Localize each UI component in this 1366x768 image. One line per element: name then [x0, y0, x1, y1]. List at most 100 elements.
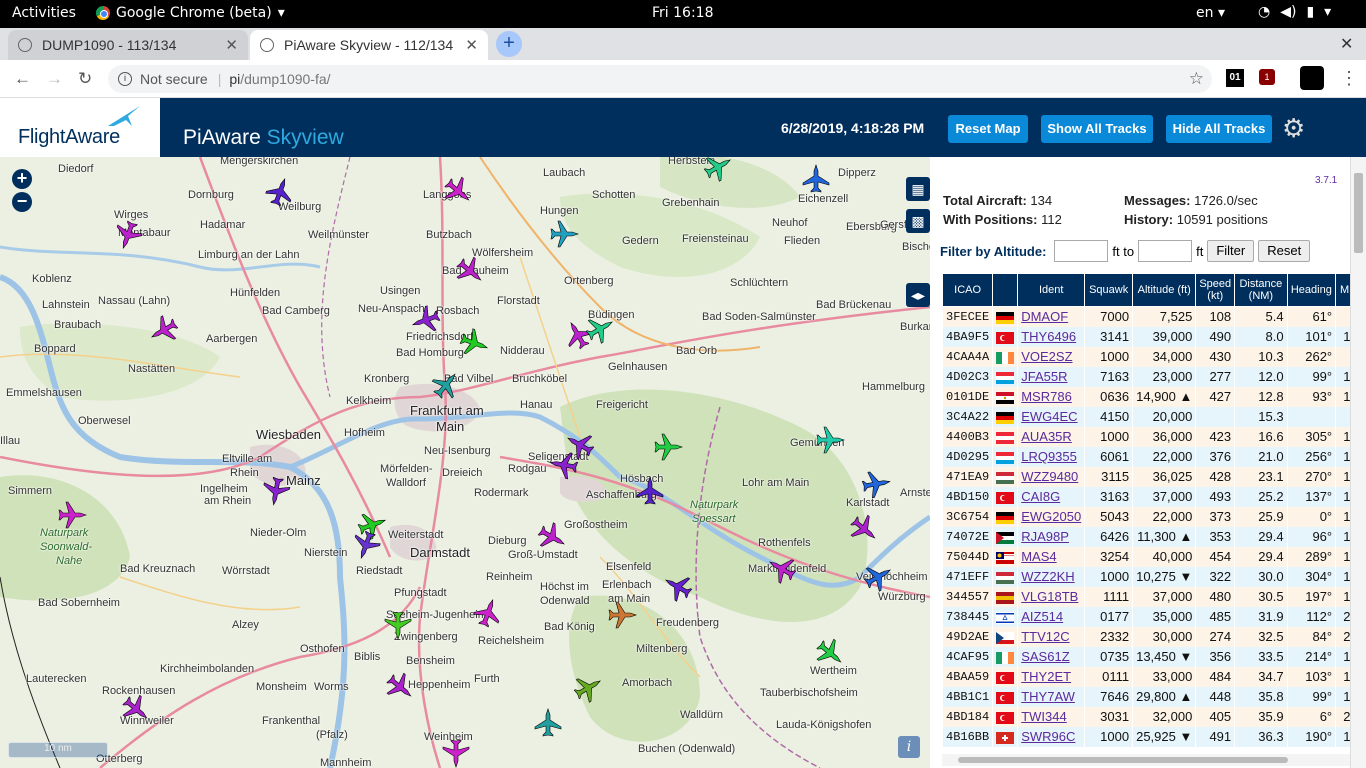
aircraft-marker-icon[interactable]	[582, 311, 618, 347]
aircraft-layer[interactable]	[0, 157, 930, 768]
ident-link[interactable]: WZZ2KH	[1021, 569, 1074, 584]
aircraft-marker-icon[interactable]	[548, 450, 579, 480]
column-header[interactable]: Distance (NM)	[1234, 273, 1288, 307]
ident-link[interactable]: MSR786	[1021, 389, 1072, 404]
ident-link[interactable]: VLG18TB	[1021, 589, 1078, 604]
aircraft-marker-icon[interactable]	[846, 511, 883, 548]
table-row[interactable]: 49D2AE TTV12C 2332 30,000 274 32.5 84° 2	[942, 626, 1354, 647]
ident-link[interactable]: SWR96C	[1021, 729, 1075, 744]
table-row[interactable]: 471EFF WZZ2KH 1000 10,275 ▼ 322 30.0 304° 1	[942, 566, 1354, 587]
table-row[interactable]: 4D02C3 JFA55R 7163 23,000 277 12.0 99° 1	[942, 366, 1354, 387]
aircraft-marker-icon[interactable]	[636, 476, 664, 505]
aircraft-marker-icon[interactable]	[58, 501, 87, 529]
aircraft-marker-icon[interactable]	[659, 569, 695, 605]
grid-toggle-icon[interactable]: ▩	[906, 209, 930, 233]
aircraft-marker-icon[interactable]	[471, 595, 505, 629]
aircraft-marker-icon[interactable]	[550, 220, 579, 248]
zoom-in-button[interactable]: +	[12, 169, 32, 189]
table-row[interactable]: 0101DE MSR786 0636 14,900 ▲ 427 12.8 93° 1	[942, 386, 1354, 407]
column-header[interactable]: Squawk	[1084, 273, 1134, 307]
aircraft-marker-icon[interactable]	[263, 174, 297, 208]
column-header[interactable]: Speed (kt)	[1195, 273, 1236, 307]
table-row[interactable]: 74072E RJA98P 6426 11,300 ▲ 353 29.4 96° 1	[942, 526, 1354, 547]
table-row[interactable]: 344557 VLG18TB 1111 37,000 480 30.5 197° 1	[942, 586, 1354, 607]
aircraft-marker-icon[interactable]	[408, 303, 442, 337]
ident-link[interactable]: AUA35R	[1021, 429, 1072, 444]
scroll-thumb[interactable]	[958, 757, 1288, 763]
extension-icon[interactable]: 01	[1226, 69, 1244, 87]
table-row[interactable]: 3FECEE DMAOF 7000 7,525 108 5.4 61°	[942, 306, 1354, 327]
zoom-out-button[interactable]: −	[12, 192, 32, 212]
ident-link[interactable]: EWG4EC	[1021, 409, 1077, 424]
column-header[interactable]	[992, 273, 1019, 307]
table-row[interactable]: 3C4A22 EWG4EC 4150 20,000 15.3	[942, 406, 1354, 427]
aircraft-marker-icon[interactable]	[261, 476, 291, 507]
app-menu[interactable]: Google Chrome (beta) ▾	[96, 5, 285, 21]
table-row[interactable]: 4B16BB SWR96C 1000 25,925 ▼ 491 36.3 190° 1	[942, 726, 1354, 747]
table-row[interactable]: 4BAA59 THY2ET 0111 33,000 484 34.7 103° 1	[942, 666, 1354, 687]
table-row[interactable]: 4CAF95 SAS61Z 0735 13,450 ▼ 356 33.5 214° 1	[942, 646, 1354, 667]
forward-icon[interactable]: →	[46, 69, 63, 89]
table-row[interactable]: 4BD150 CAI8G 3163 37,000 493 25.2 137° 1	[942, 486, 1354, 507]
show-all-tracks-button[interactable]: Show All Tracks	[1041, 115, 1153, 143]
close-icon[interactable]: ✕	[465, 36, 478, 54]
table-row[interactable]: 738445 AIZ514 0177 35,000 485 31.9 112° 2	[942, 606, 1354, 627]
settings-gear-icon[interactable]: ⚙	[1282, 115, 1305, 141]
vertical-scrollbar[interactable]	[1350, 157, 1366, 768]
ident-link[interactable]: CAI8G	[1021, 489, 1060, 504]
ublock-extension-icon[interactable]: 1	[1259, 69, 1275, 85]
clock[interactable]: Fri 16:18	[652, 5, 713, 21]
ident-link[interactable]: WZZ9480	[1021, 469, 1078, 484]
security-label[interactable]: Not secure	[140, 71, 208, 87]
aircraft-marker-icon[interactable]	[428, 366, 465, 403]
aircraft-marker-icon[interactable]	[812, 635, 849, 672]
tab-dump1090[interactable]: DUMP1090 - 113/134 ✕	[8, 30, 248, 60]
aircraft-marker-icon[interactable]	[534, 708, 562, 737]
ident-link[interactable]: THY6496	[1021, 329, 1076, 344]
column-header[interactable]: Ident	[1017, 273, 1086, 307]
reset-map-button[interactable]: Reset Map	[948, 115, 1028, 143]
ident-link[interactable]: TWI344	[1021, 709, 1067, 724]
table-row[interactable]: 4BB1C1 THY7AW 7646 29,800 ▲ 448 35.8 99° 1	[942, 686, 1354, 707]
new-tab-button[interactable]: +	[496, 31, 522, 57]
horizontal-scrollbar[interactable]	[942, 754, 1350, 766]
ident-link[interactable]: THY2ET	[1021, 669, 1071, 684]
bookmark-star-icon[interactable]: ☆	[1189, 69, 1204, 89]
aircraft-map[interactable]: Diedorf Mengerskirchen Laubach Herbstein Dip…	[0, 157, 930, 768]
aircraft-marker-icon[interactable]	[802, 164, 830, 193]
info-icon[interactable]: i	[118, 72, 132, 86]
table-row[interactable]: 471EA9 WZZ9480 3115 36,025 428 23.1 270° 1	[942, 466, 1354, 487]
activities-button[interactable]: Activities	[12, 5, 76, 21]
column-header[interactable]: Altitude (ft)	[1132, 273, 1197, 307]
map-layers-icon[interactable]: ▦	[906, 177, 930, 201]
chrome-menu-icon[interactable]: ⋮	[1340, 68, 1358, 89]
sidebar-toggle-icon[interactable]: ◂▸	[906, 283, 930, 307]
table-row[interactable]: 4400B3 AUA35R 1000 36,000 423 16.6 305° 1	[942, 426, 1354, 447]
reload-icon[interactable]: ↻	[78, 69, 92, 89]
aircraft-marker-icon[interactable]	[860, 559, 896, 595]
ident-link[interactable]: AIZ514	[1021, 609, 1063, 624]
aircraft-marker-icon[interactable]	[349, 528, 383, 562]
ident-link[interactable]: LRQ9355	[1021, 449, 1077, 464]
aircraft-marker-icon[interactable]	[457, 326, 491, 360]
aircraft-marker-icon[interactable]	[608, 601, 637, 629]
aircraft-marker-icon[interactable]	[534, 519, 570, 555]
system-status-area[interactable]: ◔ ◀) ▮ ▾	[1258, 4, 1331, 20]
ident-link[interactable]: TTV12C	[1021, 629, 1069, 644]
ident-link[interactable]: EWG2050	[1021, 509, 1081, 524]
table-row[interactable]: 4BA9F5 THY6496 3141 39,000 490 8.0 101° 1	[942, 326, 1354, 347]
aircraft-marker-icon[interactable]	[816, 426, 845, 454]
close-icon[interactable]: ✕	[225, 36, 238, 54]
info-button[interactable]: i	[898, 736, 920, 758]
aircraft-marker-icon[interactable]	[452, 253, 489, 290]
aircraft-marker-icon[interactable]	[861, 469, 892, 499]
table-row[interactable]: 4BD184 TWI344 3031 32,000 405 35.9 6° 2	[942, 706, 1354, 727]
window-close-icon[interactable]: ✕	[1340, 34, 1353, 54]
address-bar[interactable]: i Not secure | pi/dump1090-fa/ ☆	[108, 65, 1212, 93]
aircraft-marker-icon[interactable]	[384, 611, 412, 640]
ident-link[interactable]: RJA98P	[1021, 529, 1069, 544]
flightaware-logo[interactable]: FlightAware	[0, 98, 160, 157]
aircraft-marker-icon[interactable]	[570, 670, 606, 706]
back-icon[interactable]: ←	[14, 69, 31, 89]
table-row[interactable]: 4CAA4A VOE2SZ 1000 34,000 430 10.3 262°	[942, 346, 1354, 367]
